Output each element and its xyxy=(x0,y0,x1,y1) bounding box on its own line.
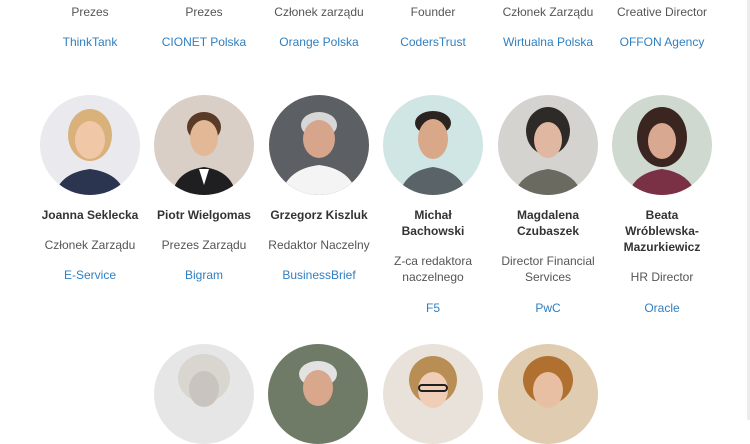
speaker-company-link[interactable]: ThinkTank xyxy=(33,34,147,50)
speaker-role: Prezes xyxy=(71,5,109,19)
speaker-role: Członek Zarządu xyxy=(44,238,136,252)
speaker-company-link[interactable]: F5 xyxy=(376,300,490,316)
speaker-role: Prezes Zarządu xyxy=(161,238,247,252)
speaker-avatar[interactable] xyxy=(498,95,598,195)
speaker-role: Creative Director xyxy=(616,5,708,19)
speaker-avatar[interactable] xyxy=(383,344,483,444)
speaker-company-link[interactable]: Wirtualna Polska xyxy=(491,34,605,50)
speaker-avatar[interactable] xyxy=(268,344,368,444)
speaker-company-link[interactable]: Orange Polska xyxy=(262,34,376,50)
speaker-name: Beata Wróblewska- Mazurkiewicz xyxy=(623,208,701,254)
speaker-role: Redaktor Naczelny xyxy=(268,238,370,252)
speaker-name: Grzegorz Kiszluk xyxy=(270,208,368,222)
speaker-role: Członek zarządu xyxy=(274,5,364,19)
speaker-role: Z-ca redaktora naczelnego xyxy=(393,254,473,284)
speaker-company-link[interactable]: Bigram xyxy=(147,267,261,283)
speaker-avatar[interactable] xyxy=(154,95,254,195)
speaker-role: Director Financial Services xyxy=(501,254,595,284)
speaker-company-link[interactable]: CIONET Polska xyxy=(147,34,261,50)
speaker-name: Piotr Wielgomas xyxy=(157,208,251,222)
speaker-company-link[interactable]: CodersTrust xyxy=(376,34,490,50)
speaker-role: Prezes xyxy=(185,5,223,19)
speaker-avatar[interactable] xyxy=(612,95,712,195)
speaker-avatar[interactable] xyxy=(269,95,369,195)
speaker-company-link[interactable]: E-Service xyxy=(33,267,147,283)
speaker-avatar[interactable] xyxy=(383,95,483,195)
speaker-avatar[interactable] xyxy=(40,95,140,195)
speaker-name: Magdalena Czubaszek xyxy=(516,208,580,238)
speaker-company-link[interactable]: PwC xyxy=(491,300,605,316)
speaker-name: Joanna Seklecka xyxy=(41,208,139,222)
speaker-company-link[interactable]: BusinessBrief xyxy=(262,267,376,283)
speaker-role: Członek Zarządu xyxy=(502,5,594,19)
speaker-name: Michał Bachowski xyxy=(401,208,465,238)
speaker-avatar[interactable] xyxy=(498,344,598,444)
speaker-avatar[interactable] xyxy=(154,344,254,444)
speaker-role: HR Director xyxy=(630,270,694,284)
speaker-company-link[interactable]: OFFON Agency xyxy=(605,34,719,50)
speaker-role: Founder xyxy=(410,5,456,19)
speaker-company-link[interactable]: Oracle xyxy=(605,300,719,316)
